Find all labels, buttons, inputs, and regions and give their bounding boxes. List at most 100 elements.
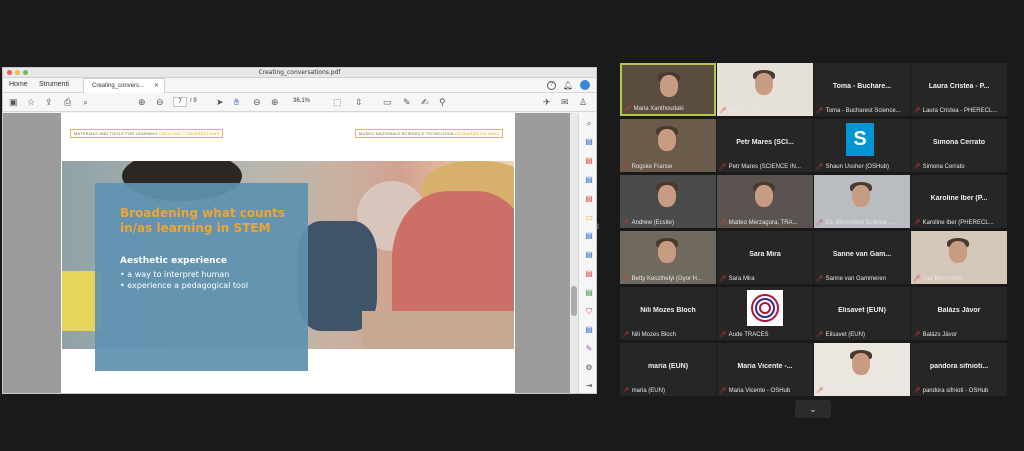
arrow-down-icon[interactable]: ⊖ bbox=[156, 97, 164, 107]
participant-label: 🎤︎ Andrew (Ecsite) bbox=[622, 219, 714, 227]
fill-sign-icon[interactable]: ▤ bbox=[584, 194, 594, 204]
participant-name: Sara Mira bbox=[749, 251, 781, 258]
participant-face bbox=[852, 353, 870, 375]
share-icon[interactable]: ✈︎ bbox=[543, 97, 551, 107]
participant-tile[interactable]: Petr Mares (SCI... 🎤︎ Petr Mares (SCIENCE … bbox=[717, 119, 813, 172]
zoom-in-icon[interactable]: ⊕ bbox=[271, 97, 279, 107]
participant-tile[interactable]: 🎤︎ Aude TRACES bbox=[717, 287, 813, 340]
close-window-button[interactable] bbox=[7, 70, 12, 75]
arrow-up-icon[interactable]: ⊕ bbox=[138, 97, 146, 107]
participant-tile[interactable]: Simona Cerrato 🎤︎ Simona Cerrato bbox=[911, 119, 1007, 172]
participant-tile[interactable]: Elisavet (EUN) 🎤︎ Elisavet (EUN) bbox=[814, 287, 910, 340]
comment-tool-icon[interactable]: ▭ bbox=[584, 213, 594, 223]
participant-tile[interactable]: 🎤︎ alle (Ecsite) bbox=[717, 63, 813, 116]
participant-label: 🎤︎ Alexandra Okada CONN... bbox=[816, 387, 908, 395]
zoom-out-icon[interactable]: ⊖ bbox=[253, 97, 261, 107]
muted-mic-icon: 🎤︎ bbox=[719, 108, 727, 114]
participant-tile[interactable]: Balázs Jávor 🎤︎ Balázs Jávor bbox=[911, 287, 1007, 340]
collapse-panel-icon[interactable]: ⇥ bbox=[584, 381, 594, 391]
participant-name: Simona Cerrato bbox=[932, 139, 986, 146]
slide-subtitle: Aesthetic experience bbox=[120, 256, 228, 266]
edit-pdf-icon[interactable]: ▤ bbox=[584, 175, 594, 185]
pen-icon[interactable]: ✎ bbox=[403, 97, 411, 107]
save-icon[interactable]: ▣ bbox=[9, 97, 18, 107]
redact-icon[interactable]: ▤ bbox=[584, 269, 594, 279]
participant-label: 🎤︎ Toma - Bucharest Science... bbox=[816, 107, 908, 115]
mail-icon[interactable]: ✉︎ bbox=[561, 97, 569, 107]
participant-label-text: Betty Keszthelyi (Gyor H... bbox=[631, 275, 702, 282]
prepare-form-icon[interactable]: ▤ bbox=[584, 325, 594, 335]
help-icon[interactable]: ? bbox=[546, 80, 556, 90]
participant-tile[interactable]: 🎤︎ Eti, Bloomfield Science ... bbox=[814, 175, 910, 228]
stamp-icon[interactable]: ⚲ bbox=[439, 97, 446, 107]
scroll-icon[interactable]: ⇳ bbox=[355, 97, 363, 107]
participant-label: 🎤︎ Rogske Franse bbox=[622, 163, 714, 171]
scan-icon[interactable]: ▤ bbox=[584, 288, 594, 298]
participant-tile[interactable]: Karoline Iber (P... 🎤︎ Karoline Iber (PHER… bbox=[911, 175, 1007, 228]
tab-home[interactable]: Home bbox=[9, 81, 28, 88]
logo-ring bbox=[759, 302, 771, 314]
muted-mic-icon: 🎤︎ bbox=[622, 164, 630, 170]
comment-icon[interactable]: ▭ bbox=[383, 97, 392, 107]
signature-icon[interactable]: ✎ bbox=[584, 344, 594, 354]
participant-tile[interactable]: 🎤︎ Yair Ben-Horin bbox=[911, 231, 1007, 284]
document-area[interactable]: MATERIALS AND TOOLS FOR LEARNING CREATIN… bbox=[3, 113, 578, 393]
header-label-right: MUSEO NAZIONALE SCIENZA E TECNOLOGIA LEO… bbox=[354, 129, 503, 138]
tab-tools[interactable]: Strumenti bbox=[39, 81, 69, 88]
more-tools-icon[interactable]: ⚙︎ bbox=[584, 363, 594, 373]
user-add-icon[interactable]: ♙ bbox=[579, 97, 587, 107]
vertical-scrollbar[interactable] bbox=[570, 113, 578, 393]
fit-icon[interactable]: ⬚ bbox=[333, 97, 342, 107]
participant-tile[interactable]: 🎤︎ Andrew (Ecsite) bbox=[620, 175, 716, 228]
participant-label: 🎤︎ Maria Vicente - OSHub bbox=[719, 387, 811, 395]
maximize-window-button[interactable] bbox=[23, 70, 28, 75]
participant-label-text: alle (Ecsite) bbox=[728, 107, 760, 114]
participant-tile[interactable]: Sara Mira 🎤︎ Sara Mira bbox=[717, 231, 813, 284]
muted-mic-icon: 🎤︎ bbox=[624, 106, 632, 112]
hand-icon[interactable]: ✋︎ bbox=[234, 97, 239, 107]
participant-name: Maria Vicente -... bbox=[737, 363, 793, 370]
participant-tile[interactable]: 🎤︎ Rogske Franse bbox=[620, 119, 716, 172]
muted-mic-icon: 🎤︎ bbox=[913, 164, 921, 170]
participant-tile[interactable]: Toma - Buchare... 🎤︎ Toma - Bucharest Scie… bbox=[814, 63, 910, 116]
participant-tile[interactable]: 🎤︎ Betty Keszthelyi (Gyor H... bbox=[620, 231, 716, 284]
participant-tile[interactable]: Sanne van Gam... 🎤︎ Sanne van Gammeren bbox=[814, 231, 910, 284]
upload-icon[interactable]: ⇪ bbox=[45, 97, 53, 107]
page-number-input[interactable]: 7 bbox=[173, 97, 187, 107]
participant-tile[interactable]: S 🎤︎ Shaun Ussher (OSHub) bbox=[814, 119, 910, 172]
muted-mic-icon: 🎤︎ bbox=[913, 108, 921, 114]
tab-document[interactable]: Creating_convers... ✕ bbox=[83, 78, 165, 93]
account-avatar[interactable] bbox=[580, 80, 590, 90]
participant-tile[interactable]: maria (EUN) 🎤︎ maria (EUN) bbox=[620, 343, 716, 396]
participant-label: 🎤︎ Eti, Bloomfield Science ... bbox=[816, 219, 908, 227]
participant-tile[interactable]: Maria Vicente -... 🎤︎ Maria Vicente - OSHu… bbox=[717, 343, 813, 396]
search-icon[interactable]: ⌕ bbox=[83, 97, 88, 107]
sign-icon[interactable]: ✍︎ bbox=[421, 97, 429, 107]
participant-tile[interactable]: Laura Cristea - P... 🎤︎ Laura Cristea - PH… bbox=[911, 63, 1007, 116]
protect-icon[interactable]: ⛉ bbox=[584, 307, 594, 317]
participant-name: Petr Mares (SCI... bbox=[736, 139, 794, 146]
scroll-thumb[interactable] bbox=[571, 286, 577, 316]
participant-tile[interactable]: 🎤︎ Maria Xanthoudaki bbox=[620, 63, 716, 116]
bell-icon[interactable]: 🔔︎ bbox=[563, 81, 573, 90]
cursor-icon[interactable]: ➤ bbox=[216, 97, 224, 107]
organize-icon[interactable]: ▤ bbox=[584, 250, 594, 260]
close-tab-icon[interactable]: ✕ bbox=[154, 82, 159, 89]
create-pdf-icon[interactable]: ▤ bbox=[584, 156, 594, 166]
splitter-handle[interactable]: ‖ bbox=[596, 224, 599, 231]
participant-tile[interactable]: 🎤︎ Matteo Merzagora, TRA... bbox=[717, 175, 813, 228]
export-pdf-icon[interactable]: ▤ bbox=[584, 137, 594, 147]
bookmark-icon[interactable]: ☆ bbox=[27, 97, 35, 107]
zoom-level-select[interactable]: 36,1% bbox=[293, 98, 310, 104]
traces-logo bbox=[747, 290, 783, 326]
participant-tile[interactable]: pandora sifnioti... 🎤︎ pandora sifnioti - … bbox=[911, 343, 1007, 396]
participant-tile[interactable]: 🎤︎ Alexandra Okada CONN... bbox=[814, 343, 910, 396]
print-icon[interactable]: ⎙ bbox=[64, 97, 71, 107]
minimize-window-button[interactable] bbox=[15, 70, 20, 75]
tools-sidebar: ⌕ ▤ ▤ ▤ ▤ ▭ ▤ ▤ ▤ ▤ ⛉ ▤ ✎ ⚙︎ ⇥ bbox=[578, 113, 596, 393]
participant-tile[interactable]: Nili Mozes Bloch 🎤︎ Nili Mozes Bloch bbox=[620, 287, 716, 340]
zoom-icon[interactable]: ⌕ bbox=[584, 119, 594, 129]
chevron-down-icon[interactable]: ⌄ bbox=[795, 400, 831, 418]
combine-icon[interactable]: ▤ bbox=[584, 231, 594, 241]
participant-label: 🎤︎ Sara Mira bbox=[719, 275, 811, 283]
